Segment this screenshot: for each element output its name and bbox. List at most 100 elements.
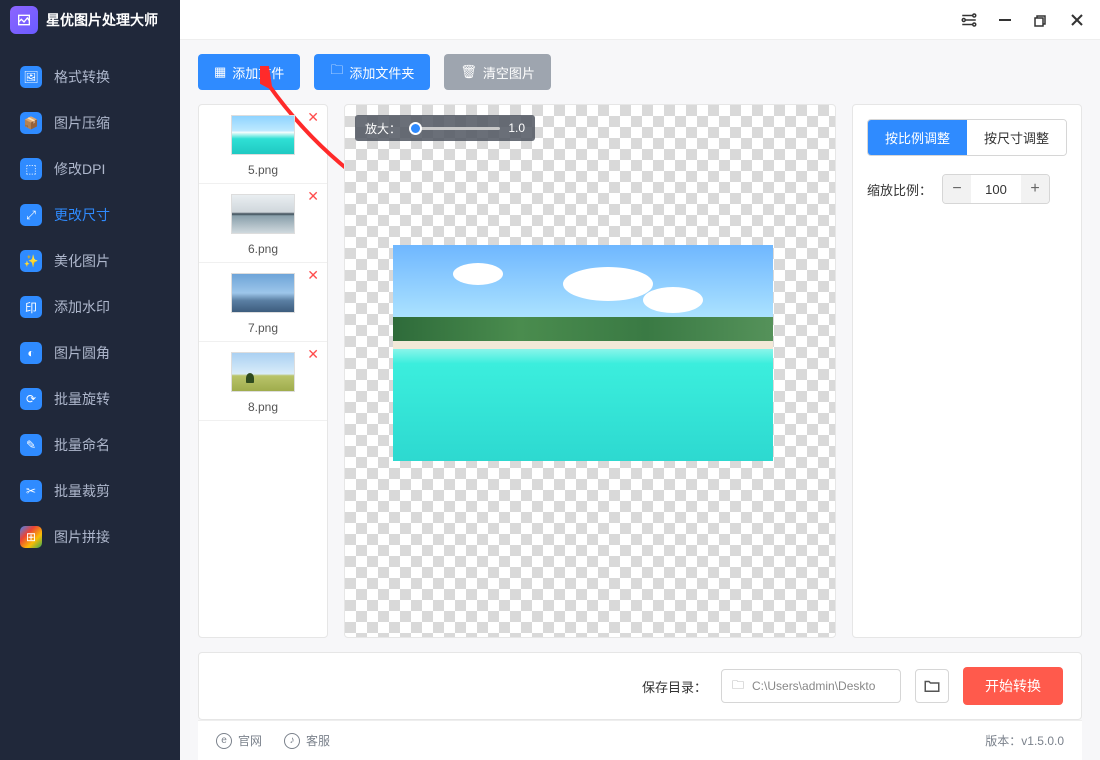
sidebar-item-label: 修改DPI [54,159,105,179]
ratio-control: 缩放比例： − 100 + [867,174,1067,204]
headset-icon: ♪ [284,733,300,749]
file-item[interactable]: ✕ 6.png [199,184,327,263]
zoom-bar: 放大： 1.0 [355,115,535,141]
sidebar: 🖼格式转换 📦 图片压缩 ⬚ 修改DPI ⤢更改尺寸 ✨ 美化图片 印添加水印 ◐ 图片… [0,40,180,760]
rename-icon: ✎ [20,434,42,456]
browse-folder-button[interactable] [915,669,949,703]
zoom-slider[interactable] [409,127,500,130]
start-convert-button[interactable]: 开始转换 [963,667,1063,705]
ratio-decrement-button[interactable]: − [943,175,971,203]
sidebar-item-watermark[interactable]: 印添加水印 [0,284,180,330]
sidebar-item-label: 添加水印 [54,297,110,317]
sidebar-item-label: 美化图片 [54,251,110,271]
resize-mode-tabs: 按比例调整 按尺寸调整 [867,119,1067,156]
folder-small-icon: 🗀 [732,676,744,697]
preview-panel: 放大： 1.0 [344,104,836,638]
toolbar: ▦ 添加文件 🗀 添加文件夹 🗑 清空图片 [198,54,1082,90]
version-text: 版本：v1.5.0.0 [985,732,1064,749]
file-name: 5.png [207,163,319,177]
sidebar-item-beautify[interactable]: ✨ 美化图片 [0,238,180,284]
file-list[interactable]: ✕ 5.png ✕ 6.png ✕ 7.png ✕ 8.png [198,104,328,638]
delete-file-button[interactable]: ✕ [307,188,319,205]
format-icon: 🖼 [20,66,42,88]
delete-file-button[interactable]: ✕ [307,109,319,126]
zoom-handle[interactable] [409,122,422,135]
delete-file-button[interactable]: ✕ [307,267,319,284]
compress-icon: 📦 [20,112,42,134]
file-thumbnail [231,115,295,155]
trash-icon: 🗑 [460,64,477,80]
app-title: 星优图片处理大师 [46,10,158,30]
minimize-button[interactable] [996,11,1014,29]
bottom-bar: 保存目录： 🗀 C:\Users\admin\Deskto 开始转换 [198,652,1082,720]
sidebar-item-stitch[interactable]: ⊞图片拼接 [0,514,180,560]
ratio-increment-button[interactable]: + [1021,175,1049,203]
close-button[interactable] [1068,11,1086,29]
beautify-icon: ✨ [20,250,42,272]
save-path-box[interactable]: 🗀 C:\Users\admin\Deskto [721,669,901,703]
sidebar-item-label: 图片拼接 [54,527,110,547]
zoom-value: 1.0 [508,121,525,135]
file-item[interactable]: ✕ 5.png [199,105,327,184]
clear-button[interactable]: 🗑 清空图片 [444,54,551,90]
sidebar-item-rotate[interactable]: ⟳ 批量旋转 [0,376,180,422]
maximize-button[interactable] [1032,11,1050,29]
file-name: 7.png [207,321,319,335]
site-label: 官网 [238,732,262,749]
ratio-stepper: − 100 + [942,174,1050,204]
round-icon: ◐ [20,342,42,364]
crop-icon: ✂ [20,480,42,502]
sidebar-item-compress[interactable]: 📦 图片压缩 [0,100,180,146]
official-site-link[interactable]: e 官网 [216,732,262,749]
file-name: 8.png [207,400,319,414]
sidebar-item-round[interactable]: ◐ 图片圆角 [0,330,180,376]
sidebar-item-format[interactable]: 🖼格式转换 [0,54,180,100]
file-thumbnail [231,194,295,234]
file-name: 6.png [207,242,319,256]
resize-icon: ⤢ [20,204,42,226]
clear-label: 清空图片 [483,63,535,82]
watermark-icon: 印 [20,296,42,318]
file-thumbnail [231,352,295,392]
save-path-text: C:\Users\admin\Deskto [752,679,875,693]
ratio-label: 缩放比例： [867,180,932,199]
dpi-icon: ⬚ [20,158,42,180]
sidebar-item-label: 批量命名 [54,435,110,455]
sidebar-item-label: 批量旋转 [54,389,110,409]
sidebar-item-label: 批量裁剪 [54,481,110,501]
globe-icon: e [216,733,232,749]
titlebar-right [180,0,1100,40]
tab-by-size[interactable]: 按尺寸调整 [967,120,1066,155]
add-folder-label: 添加文件夹 [349,63,414,82]
settings-icon[interactable] [960,11,978,29]
support-link[interactable]: ♪ 客服 [284,732,330,749]
sidebar-item-crop[interactable]: ✂ 批量裁剪 [0,468,180,514]
titlebar-left: 星优图片处理大师 [0,0,180,40]
preview-image [393,245,773,461]
file-icon: ▦ [214,64,226,80]
sidebar-item-dpi[interactable]: ⬚ 修改DPI [0,146,180,192]
sidebar-item-label: 图片圆角 [54,343,110,363]
sidebar-item-resize[interactable]: ⤢更改尺寸 [0,192,180,238]
file-thumbnail [231,273,295,313]
file-item[interactable]: ✕ 8.png [199,342,327,421]
file-item[interactable]: ✕ 7.png [199,263,327,342]
add-file-label: 添加文件 [232,63,284,82]
delete-file-button[interactable]: ✕ [307,346,319,363]
main-area: ▦ 添加文件 🗀 添加文件夹 🗑 清空图片 ✕ 5.png ✕ 6.png [180,40,1100,760]
rotate-icon: ⟳ [20,388,42,410]
zoom-label: 放大： [365,120,401,137]
sidebar-item-rename[interactable]: ✎ 批量命名 [0,422,180,468]
add-folder-button[interactable]: 🗀 添加文件夹 [314,54,430,90]
titlebar: 星优图片处理大师 [0,0,1100,40]
add-file-button[interactable]: ▦ 添加文件 [198,54,300,90]
ratio-value: 100 [971,182,1021,197]
save-dir-label: 保存目录： [642,677,707,696]
app-logo-icon [10,6,38,34]
folder-icon: 🗀 [330,61,343,83]
footer: e 官网 ♪ 客服 版本：v1.5.0.0 [198,720,1082,760]
tab-by-ratio[interactable]: 按比例调整 [868,120,967,155]
settings-panel: 按比例调整 按尺寸调整 缩放比例： − 100 + [852,104,1082,638]
support-label: 客服 [306,732,330,749]
sidebar-item-label: 图片压缩 [54,113,110,133]
